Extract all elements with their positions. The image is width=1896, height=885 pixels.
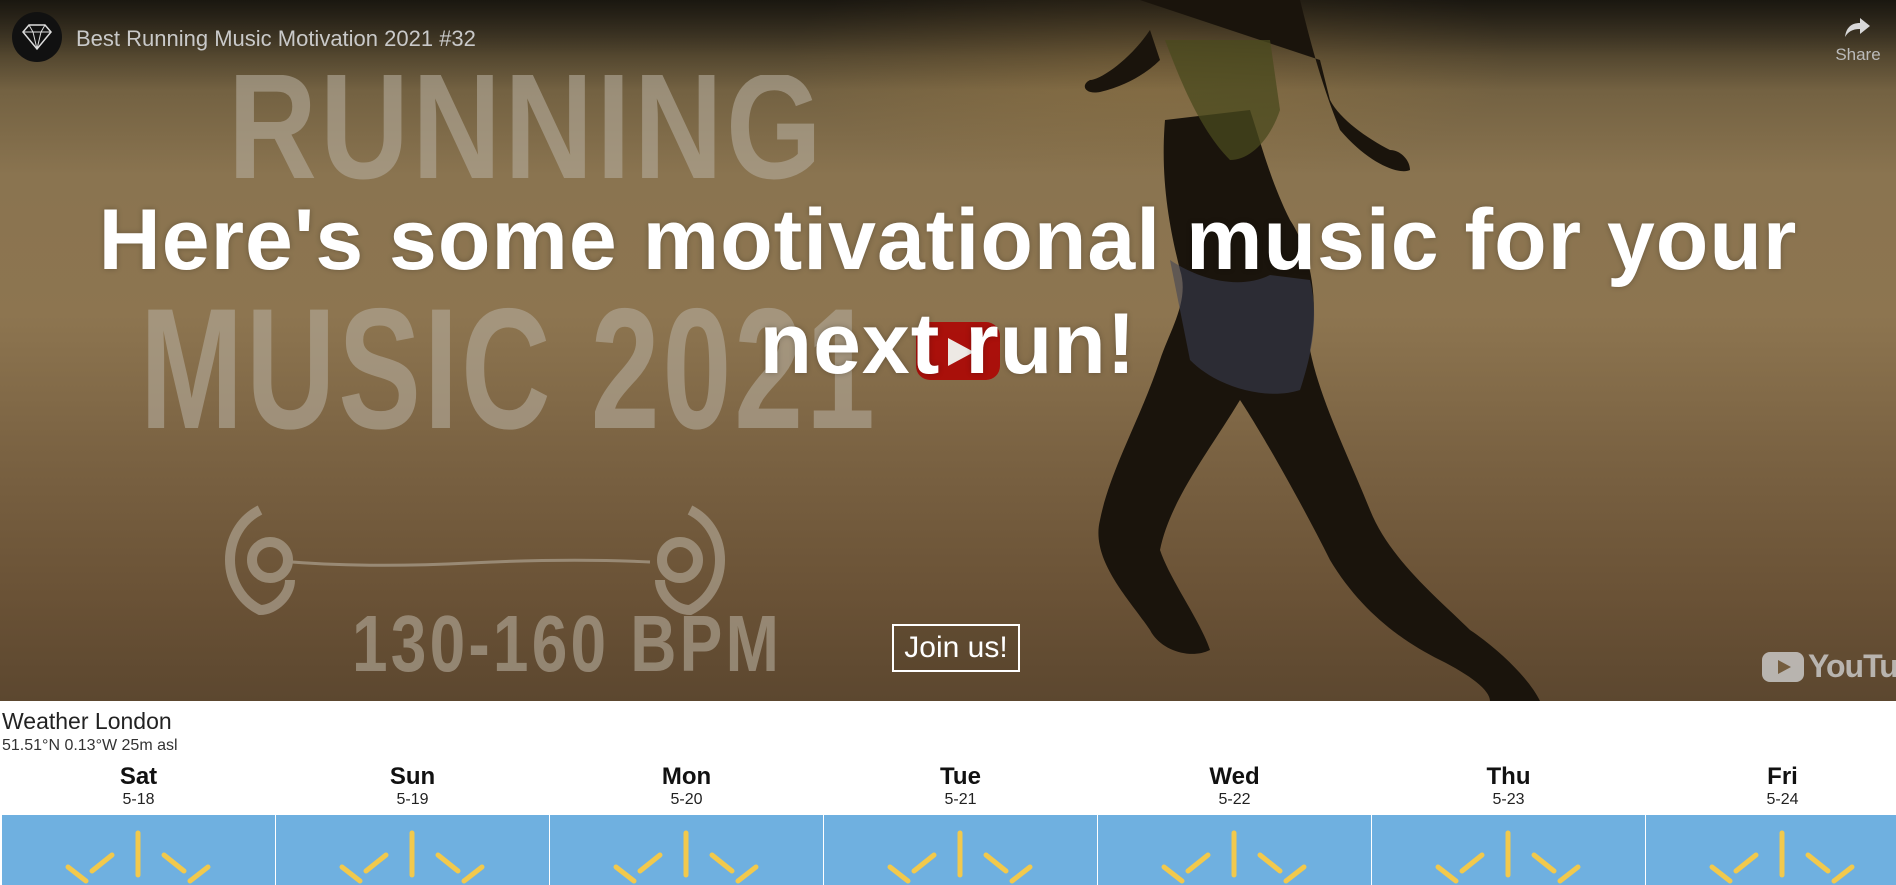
- forecast-day: Tue 5-21: [824, 763, 1097, 885]
- sun-icon: [1161, 830, 1307, 884]
- join-us-button[interactable]: Join us!: [892, 624, 1020, 672]
- sky-panel: [1098, 815, 1371, 885]
- day-date: 5-19: [396, 791, 429, 808]
- sky-panel: [2, 815, 275, 885]
- share-arrow-icon: [1845, 18, 1870, 37]
- day-date: 5-21: [944, 791, 977, 808]
- sun-icon: [613, 830, 759, 884]
- forecast-days: Sat 5-18 Sun 5-19 Mon 5-20 Tue 5-21 Wed …: [2, 763, 1896, 885]
- day-name: Fri: [1767, 763, 1798, 790]
- day-name: Sat: [119, 763, 158, 790]
- youtube-play-mark: [1762, 651, 1804, 682]
- day-name: Mon: [661, 763, 712, 790]
- forecast-day: Sun 5-19: [276, 763, 549, 885]
- weather-widget[interactable]: Weather London 51.51°N 0.13°W 25m asl Sa…: [0, 701, 1896, 885]
- day-date: 5-18: [122, 791, 155, 808]
- day-name: Tue: [940, 763, 981, 790]
- youtube-brand-text: YouTube: [1808, 648, 1896, 684]
- thumbnail-text-bpm: 130-160 BPM: [352, 599, 783, 688]
- share-label: Share: [1835, 45, 1881, 64]
- video-title[interactable]: Best Running Music Motivation 2021 #32: [76, 26, 476, 52]
- sky-panel: [550, 815, 823, 885]
- weather-title[interactable]: Weather London: [2, 708, 172, 735]
- sun-icon: [65, 830, 211, 884]
- sky-panel: [1646, 815, 1896, 885]
- day-name: Sun: [389, 763, 436, 790]
- sun-icon: [1709, 830, 1855, 884]
- day-date: 5-20: [670, 791, 703, 808]
- forecast-day: Fri 5-24: [1646, 763, 1896, 885]
- sky-panel: [1372, 815, 1645, 885]
- sky-panel: [276, 815, 549, 885]
- sun-icon: [887, 830, 1033, 884]
- forecast-day: Thu 5-23: [1372, 763, 1645, 885]
- sun-icon: [1435, 830, 1581, 884]
- day-name: Thu: [1486, 763, 1531, 790]
- forecast-day: Mon 5-20: [550, 763, 823, 885]
- youtube-logo-icon[interactable]: YouTube: [1762, 648, 1896, 685]
- channel-logo-icon[interactable]: [12, 12, 62, 62]
- overlay-headline: Here's some motivational music for your …: [98, 192, 1798, 392]
- weather-coords: 51.51°N 0.13°W 25m asl: [2, 737, 178, 754]
- sky-panel: [824, 815, 1097, 885]
- forecast-day: Wed 5-22: [1098, 763, 1371, 885]
- day-name: Wed: [1209, 763, 1260, 790]
- day-date: 5-22: [1218, 791, 1251, 808]
- forecast-day: Sat 5-18: [2, 763, 275, 885]
- sun-icon: [339, 830, 485, 884]
- video-player[interactable]: RUNNING MUSIC 2021 130-160 BPM Best Runn…: [0, 0, 1896, 701]
- day-date: 5-23: [1492, 791, 1525, 808]
- share-button[interactable]: Share: [1828, 16, 1888, 65]
- day-date: 5-24: [1766, 791, 1799, 808]
